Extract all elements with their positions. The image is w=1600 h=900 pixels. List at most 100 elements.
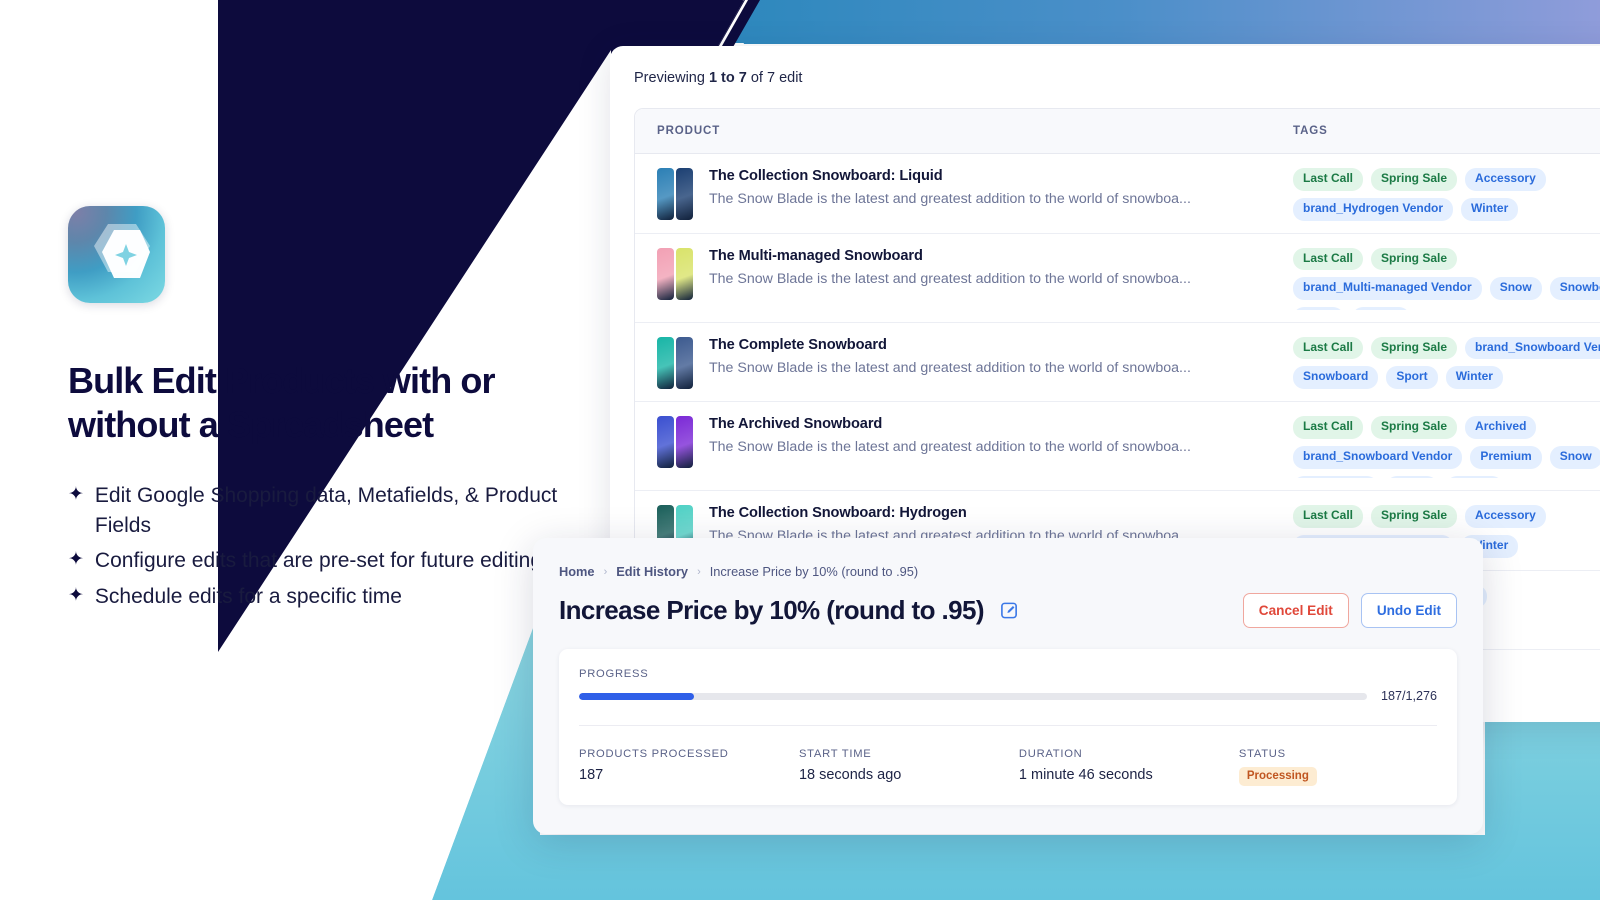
sparkle-bullet-icon: ✦ <box>68 549 84 571</box>
tag-chip[interactable]: Winter <box>1352 307 1410 310</box>
table-row[interactable]: The Complete Snowboard The Snow Blade is … <box>635 323 1600 403</box>
hexagon-sparkle-icon <box>93 223 150 278</box>
thumbnail-board <box>657 168 674 220</box>
stat-value: 187 <box>579 767 604 783</box>
product-title: The Complete Snowboard <box>709 336 887 353</box>
list-item: ✦ Schedule edits for a specific time <box>68 582 568 612</box>
stat-value: 1 minute 46 seconds <box>1018 767 1153 783</box>
tag-chip[interactable]: Last Call <box>1293 247 1364 271</box>
tag-chip[interactable]: Accessory <box>1465 505 1546 528</box>
tag-chip[interactable]: Sport <box>1386 366 1438 390</box>
tag-chip[interactable]: Winter <box>1445 366 1503 390</box>
tag-chip[interactable]: Spring Sale <box>1371 505 1458 528</box>
stat-start-time: START TIME 18 seconds ago <box>799 748 1019 786</box>
tags-cell: Last Call Spring Sale brand_Snowboard Vend… <box>1275 336 1600 390</box>
product-cell: The Archived Snowboard The Snow Blade is … <box>635 416 1275 469</box>
tag-chip[interactable]: brand_Snowboard Vendor <box>1465 336 1600 360</box>
breadcrumb: Home › Edit History › Increase Price by … <box>533 538 1483 579</box>
job-title: Increase Price by 10% (round to .95) <box>559 595 985 625</box>
product-title: The Collection Snowboard: Hydrogen <box>709 505 967 522</box>
job-actions: Cancel Edit Undo Edit <box>1242 593 1457 628</box>
tag-chip[interactable]: Snow <box>1489 277 1542 301</box>
thumbnail-board <box>676 336 693 389</box>
pencil-square-icon[interactable] <box>1000 601 1019 620</box>
product-thumbnail <box>657 336 693 389</box>
product-thumbnail <box>657 168 693 220</box>
product-description: The Snow Blade is the latest and greates… <box>709 359 1191 376</box>
app-logo <box>68 206 165 303</box>
tags-cell: Last Call Spring Sale Accessory brand_Hydro… <box>1275 168 1600 221</box>
product-cell: The Collection Snowboard: Liquid The Snow… <box>635 168 1275 220</box>
chevron-right-icon: › <box>697 565 701 578</box>
thumbnail-board <box>676 168 693 220</box>
tag-chip[interactable]: Sport <box>1386 475 1438 479</box>
progress-bar-row: 187/1,276 <box>579 689 1437 703</box>
stat-label: DURATION <box>1018 748 1083 760</box>
table-row[interactable]: The Archived Snowboard The Snow Blade is … <box>635 402 1600 492</box>
tag-chip[interactable]: Last Call <box>1293 336 1364 360</box>
undo-edit-button[interactable]: Undo Edit <box>1360 593 1457 628</box>
edit-job-panel: Home › Edit History › Increase Price by … <box>533 538 1483 834</box>
progress-fill <box>579 692 695 700</box>
breadcrumb-item-home[interactable]: Home <box>559 564 595 579</box>
sparkle-bullet-icon: ✦ <box>68 483 84 505</box>
breadcrumb-item-edit-history[interactable]: Edit History <box>616 564 688 579</box>
product-title: The Multi-managed Snowboard <box>709 247 923 264</box>
tag-chip[interactable]: Archived <box>1465 416 1537 439</box>
tag-chip[interactable]: Snowboard <box>1293 366 1379 390</box>
product-cell: The Complete Snowboard The Snow Blade is … <box>635 336 1275 389</box>
tag-chip[interactable]: brand_Snowboard Vendor <box>1293 445 1463 469</box>
tag-chip[interactable]: Snowboard <box>1293 475 1379 479</box>
tag-chip[interactable]: Accessory <box>1465 168 1546 191</box>
sparkle-bullet-icon: ✦ <box>68 585 84 607</box>
divider <box>579 725 1437 726</box>
previewing-summary: Previewing 1 to 7 of 7 edit <box>610 46 1600 86</box>
product-description: The Snow Blade is the latest and greates… <box>709 439 1191 456</box>
previewing-suffix: of 7 edit <box>746 70 803 86</box>
tag-chip[interactable]: Spring Sale <box>1371 416 1458 439</box>
progress-count: 187/1,276 <box>1380 689 1437 703</box>
list-item: ✦ Edit Google Shopping data, Metafields,… <box>68 481 568 541</box>
thumbnail-board <box>676 416 693 469</box>
stat-products-processed: PRODUCTS PROCESSED 187 <box>579 748 799 786</box>
thumbnail-board <box>676 247 693 300</box>
tag-chip[interactable]: Winter <box>1461 197 1519 221</box>
tag-chip[interactable]: Last Call <box>1293 168 1364 191</box>
table-row[interactable]: The Multi-managed Snowboard The Snow Blad… <box>635 234 1600 323</box>
stat-label: STATUS <box>1238 748 1286 760</box>
job-stats: PRODUCTS PROCESSED 187 START TIME 18 sec… <box>579 748 1437 786</box>
tag-chip[interactable]: Spring Sale <box>1371 336 1458 360</box>
table-row[interactable]: The Collection Snowboard: Liquid The Snow… <box>635 154 1600 234</box>
cancel-edit-button[interactable]: Cancel Edit <box>1242 593 1349 628</box>
thumbnail-board <box>657 336 674 389</box>
chevron-right-icon: › <box>603 565 608 578</box>
thumbnail-board <box>657 247 674 300</box>
column-header-product: PRODUCT <box>657 125 721 137</box>
product-description: The Snow Blade is the latest and greates… <box>709 191 1191 207</box>
tag-chip[interactable]: Last Call <box>1293 505 1364 528</box>
tag-chip[interactable]: Spring Sale <box>1371 247 1458 271</box>
feature-text: Configure edits that are pre-set for fut… <box>94 549 543 573</box>
tag-chip[interactable]: Sport <box>1293 307 1345 310</box>
tag-chip[interactable]: brand_Hydrogen Vendor <box>1293 197 1454 221</box>
stat-label: PRODUCTS PROCESSED <box>579 748 729 760</box>
stat-duration: DURATION 1 minute 46 seconds <box>1019 748 1239 786</box>
tag-chip[interactable]: Last Call <box>1293 416 1364 439</box>
tag-chip[interactable]: Snow <box>1549 445 1600 469</box>
product-cell: The Multi-managed Snowboard The Snow Blad… <box>635 247 1275 300</box>
tag-chip[interactable]: Snowboard <box>1549 277 1600 301</box>
stat-label: START TIME <box>798 748 872 760</box>
tags-cell: Last Call Spring Sale brand_Multi-managed … <box>1275 247 1600 310</box>
table-header-row: PRODUCT TAGS <box>635 109 1600 154</box>
feature-list: ✦ Edit Google Shopping data, Metafields,… <box>68 481 568 612</box>
breadcrumb-item-current: Increase Price by 10% (round to .95) <box>709 564 919 579</box>
stat-status: STATUS Processing <box>1238 748 1437 786</box>
page-title: Bulk Edit Products with or without a Spr… <box>68 360 496 445</box>
tag-chip[interactable]: brand_Multi-managed Vendor <box>1293 277 1482 301</box>
promo-screenshot-canvas: Bulk Edit Products with or without a Spr… <box>0 0 1600 900</box>
status-badge: Processing <box>1238 767 1317 786</box>
tag-chip[interactable]: Winter <box>1445 475 1503 479</box>
product-thumbnail <box>657 247 693 300</box>
tag-chip[interactable]: Spring Sale <box>1371 168 1458 191</box>
tag-chip[interactable]: Premium <box>1470 445 1542 469</box>
